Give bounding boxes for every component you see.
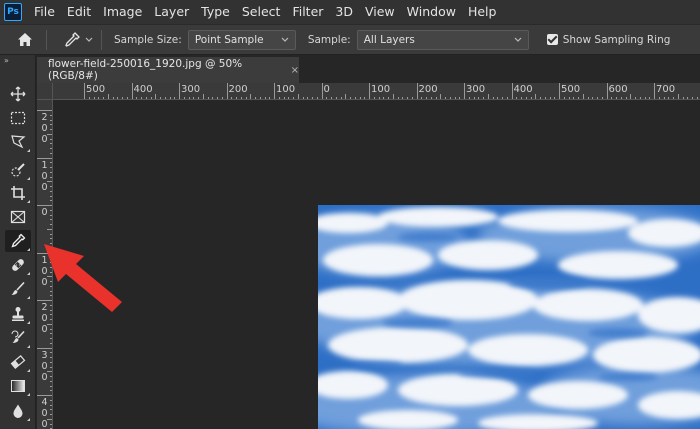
menu-filter[interactable]: Filter	[286, 0, 329, 24]
document-tab[interactable]: flower-field-250016_1920.jpg @ 50% (RGB/…	[37, 57, 299, 83]
options-separator	[46, 29, 47, 50]
sample-label: Sample:	[307, 33, 351, 46]
horizontal-ruler[interactable]: 500 400 300 200 100 0 100 200 300 400 500 600 700	[37, 83, 700, 100]
menu-help[interactable]: Help	[462, 0, 503, 24]
ruler-label: 300	[41, 349, 48, 383]
quick-selection-icon	[11, 163, 25, 177]
menu-type[interactable]: Type	[195, 0, 236, 24]
stamp-icon	[12, 307, 24, 321]
ruler-label: 600	[608, 84, 628, 95]
brush-tool[interactable]	[5, 278, 31, 300]
ruler-label: 500	[561, 84, 581, 95]
ruler-label: 400	[41, 397, 48, 429]
ruler-label: 300	[181, 84, 201, 95]
ruler-label: 700	[656, 84, 676, 95]
ruler-label: 400	[133, 84, 153, 95]
history-brush-icon	[11, 330, 25, 343]
sample-dropdown[interactable]: All Layers	[356, 29, 529, 50]
ruler-origin[interactable]	[37, 83, 53, 100]
ruler-label: 100	[371, 84, 391, 95]
options-separator	[101, 29, 102, 50]
chevron-down-icon	[514, 37, 522, 42]
home-button[interactable]	[10, 25, 40, 54]
document-tab-bar: flower-field-250016_1920.jpg @ 50% (RGB/…	[37, 55, 700, 83]
show-sampling-ring-checkbox[interactable]	[546, 34, 558, 45]
ruler-label: 0	[323, 84, 330, 95]
crop-tool[interactable]	[5, 182, 31, 204]
frame-icon	[10, 210, 26, 224]
crop-icon	[11, 186, 25, 200]
gradient-icon	[11, 380, 25, 392]
clone-stamp-tool[interactable]	[5, 303, 31, 325]
frame-tool[interactable]	[5, 206, 31, 228]
spot-healing-brush-tool[interactable]	[5, 254, 31, 276]
vertical-ruler[interactable]: 200 100 0 100 200 300 400	[37, 100, 53, 429]
brush-icon	[11, 281, 25, 295]
eyedropper-tool[interactable]	[5, 230, 31, 252]
ruler-label: 200	[418, 84, 438, 95]
quick-selection-tool[interactable]	[5, 159, 31, 181]
chevron-down-icon	[281, 37, 289, 42]
chevron-down-icon	[85, 37, 93, 42]
sample-size-value: Point Sample	[194, 33, 264, 46]
collapse-panel-button[interactable]: »	[0, 55, 35, 67]
sample-size-dropdown[interactable]: Point Sample	[187, 29, 296, 50]
ruler-label: 400	[513, 84, 533, 95]
ruler-label: 100	[276, 84, 296, 95]
menu-layer[interactable]: Layer	[148, 0, 195, 24]
ruler-label: 500	[86, 84, 106, 95]
eraser-tool[interactable]	[5, 351, 31, 373]
ruler-label: 300	[466, 84, 486, 95]
blur-tool[interactable]	[5, 400, 31, 422]
close-icon[interactable]: ×	[291, 65, 299, 76]
marquee-icon	[10, 111, 26, 125]
options-bar: Sample Size: Point Sample Sample: All La…	[0, 24, 700, 55]
menu-window[interactable]: Window	[401, 0, 462, 24]
ruler-label: 200	[41, 112, 48, 145]
tool-preset-picker[interactable]	[63, 31, 93, 49]
menu-image[interactable]: Image	[97, 0, 148, 24]
menu-3d[interactable]: 3D	[329, 0, 359, 24]
ruler-label: 100	[41, 254, 48, 288]
eyedropper-icon	[11, 233, 26, 248]
ruler-label: 200	[228, 84, 248, 95]
water-drop-icon	[13, 404, 23, 418]
sample-value: All Layers	[363, 33, 415, 46]
eyedropper-icon	[65, 31, 80, 47]
bandage-icon	[12, 259, 24, 271]
ruler-label: 100	[41, 159, 48, 193]
ruler-label: 0	[41, 207, 48, 218]
document-tab-title: flower-field-250016_1920.jpg @ 50% (RGB/…	[48, 58, 243, 82]
menu-view[interactable]: View	[359, 0, 401, 24]
eraser-icon	[10, 354, 26, 370]
menu-select[interactable]: Select	[236, 0, 287, 24]
lasso-tool[interactable]	[5, 131, 31, 153]
rectangular-marquee-tool[interactable]	[5, 107, 31, 129]
move-tool[interactable]	[5, 83, 31, 105]
gradient-tool[interactable]	[5, 375, 31, 397]
menu-bar: Ps File Edit Image Layer Type Select Fil…	[0, 0, 700, 24]
show-sampling-ring-label[interactable]: Show Sampling Ring	[563, 34, 671, 46]
tools-panel: »	[0, 55, 36, 429]
history-brush-tool[interactable]	[5, 327, 31, 349]
sky-clouds-image	[318, 205, 700, 429]
move-icon	[10, 86, 26, 102]
polygonal-lasso-icon	[11, 135, 26, 149]
photoshop-logo-icon[interactable]: Ps	[4, 3, 22, 21]
menu-edit[interactable]: Edit	[61, 0, 97, 24]
sample-size-label: Sample Size:	[114, 33, 182, 46]
ruler-label: 200	[41, 302, 48, 335]
home-icon	[18, 33, 32, 46]
menu-file[interactable]: File	[28, 0, 61, 24]
document-image-sky[interactable]	[318, 205, 700, 429]
